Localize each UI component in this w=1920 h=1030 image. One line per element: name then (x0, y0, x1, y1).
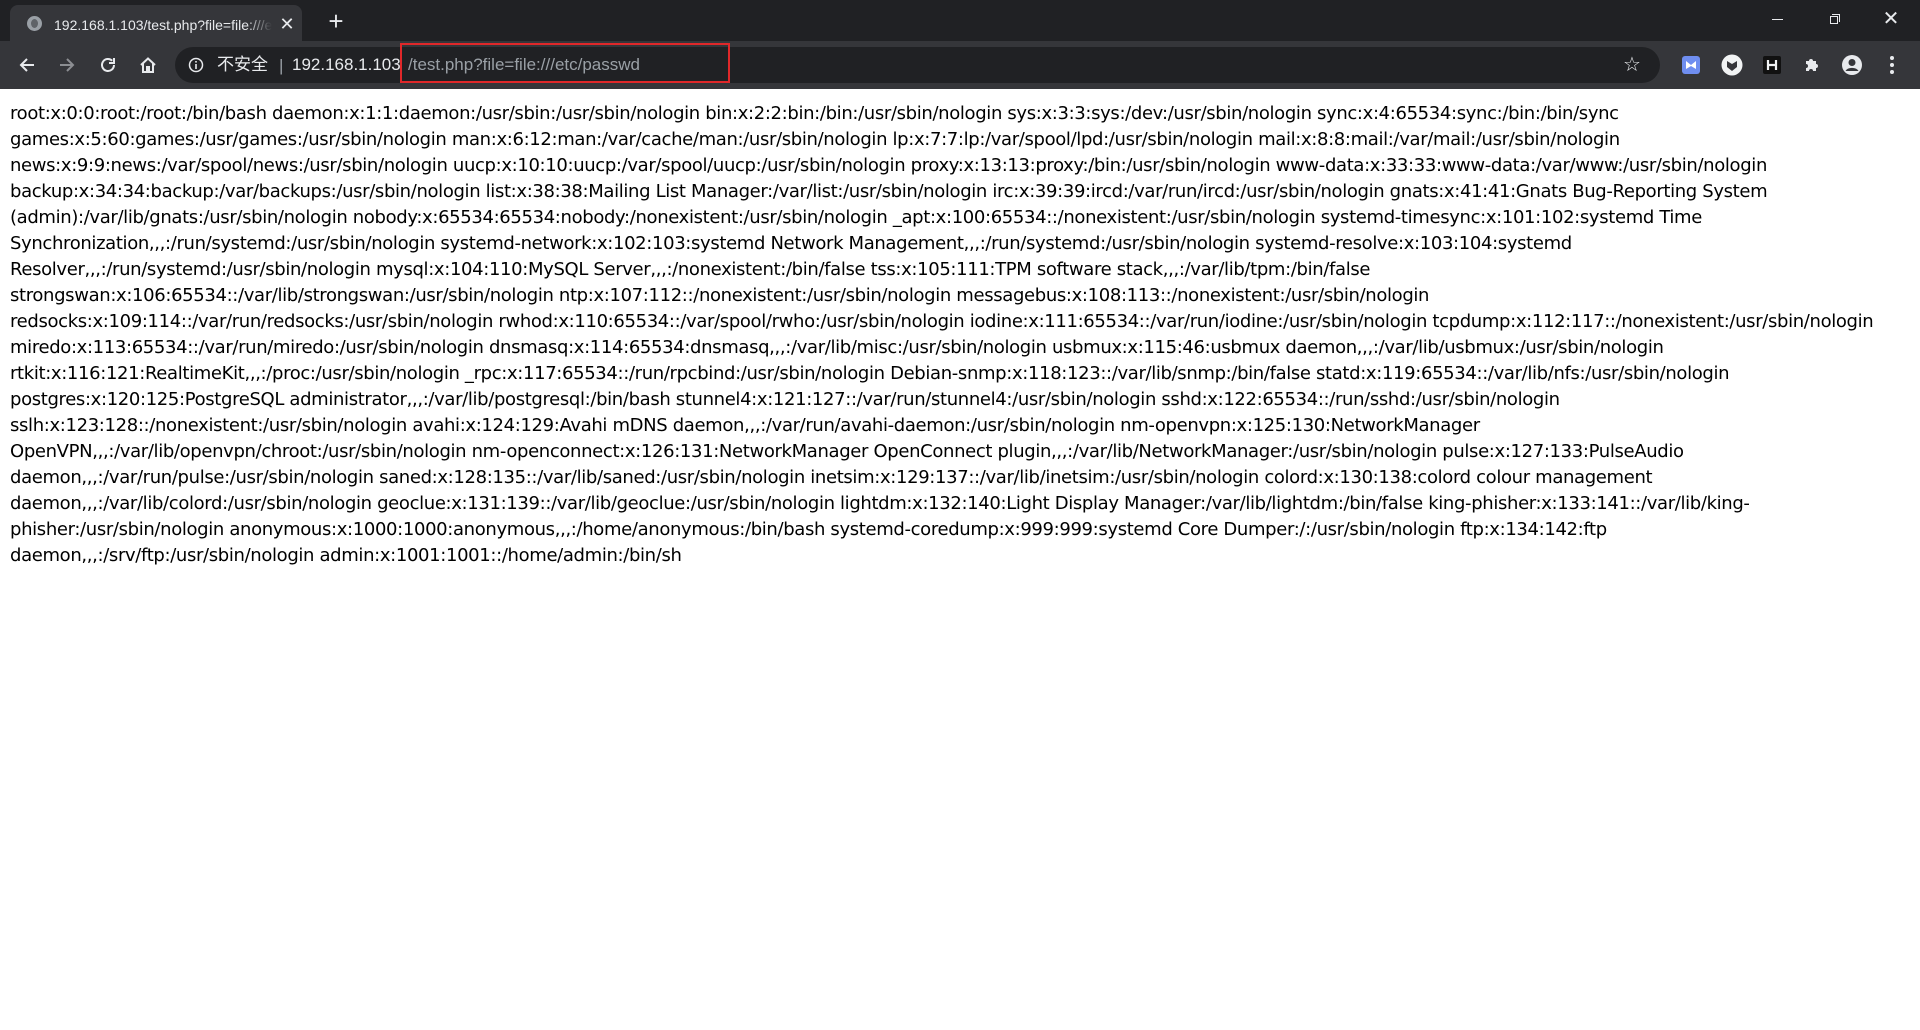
restore-button[interactable] (1806, 0, 1864, 38)
close-icon: ✕ (1882, 8, 1900, 30)
forward-arrow-icon (60, 58, 75, 72)
extensions-menu-button[interactable] (1800, 53, 1824, 77)
puzzle-icon (1806, 59, 1818, 71)
extension-button-3[interactable] (1760, 53, 1784, 77)
star-icon[interactable]: ☆ (1621, 54, 1643, 76)
h-letter-icon (1763, 56, 1781, 74)
minimize-button[interactable] (1748, 0, 1806, 38)
back-arrow-icon (19, 58, 34, 72)
home-button[interactable] (134, 51, 162, 79)
home-icon (140, 57, 156, 73)
globe-icon (27, 16, 42, 31)
browser-toolbar: 不安全 | 192.168.1.103 /test.php?file=file:… (0, 41, 1920, 89)
tab-strip: 192.168.1.103/test.php?file=file:///etc/… (0, 0, 1920, 41)
minimize-icon (1771, 18, 1783, 20)
url-host[interactable]: 192.168.1.103 (292, 55, 401, 75)
page-content: root:x:0:0:root:/root:/bin/bash daemon:x… (0, 89, 1920, 1030)
forward-button[interactable] (53, 51, 81, 79)
profile-icon (1842, 55, 1862, 75)
active-tab[interactable]: 192.168.1.103/test.php?file=file:///etc/… (10, 5, 302, 41)
browser-window: 192.168.1.103/test.php?file=file:///etc/… (0, 0, 1920, 1030)
extension-badge-icon (1682, 56, 1700, 74)
restore-icon (1830, 14, 1840, 24)
back-button[interactable] (13, 51, 41, 79)
shield-icon (1721, 54, 1743, 76)
extension-button-1[interactable] (1679, 53, 1703, 77)
info-icon[interactable] (188, 57, 204, 73)
security-status-label[interactable]: 不安全 (217, 55, 268, 75)
window-close-button[interactable]: ✕ (1862, 0, 1920, 38)
passwd-file-content: root:x:0:0:root:/root:/bin/bash daemon:x… (10, 103, 1874, 566)
tab-title: 192.168.1.103/test.php?file=file:///etc/… (54, 17, 272, 33)
reload-button[interactable] (94, 51, 122, 79)
more-menu-button[interactable] (1880, 53, 1904, 77)
reload-icon (101, 58, 115, 72)
profile-button[interactable] (1840, 53, 1864, 77)
new-tab-button[interactable]: + (322, 8, 350, 34)
address-bar[interactable]: 不安全 | 192.168.1.103 /test.php?file=file:… (175, 47, 1660, 83)
tab-close-button[interactable]: ✕ (278, 15, 296, 33)
extension-button-2[interactable] (1720, 53, 1744, 77)
url-highlight-box (400, 43, 730, 83)
omnibox-separator: | (279, 56, 284, 75)
more-icon (1890, 56, 1894, 74)
